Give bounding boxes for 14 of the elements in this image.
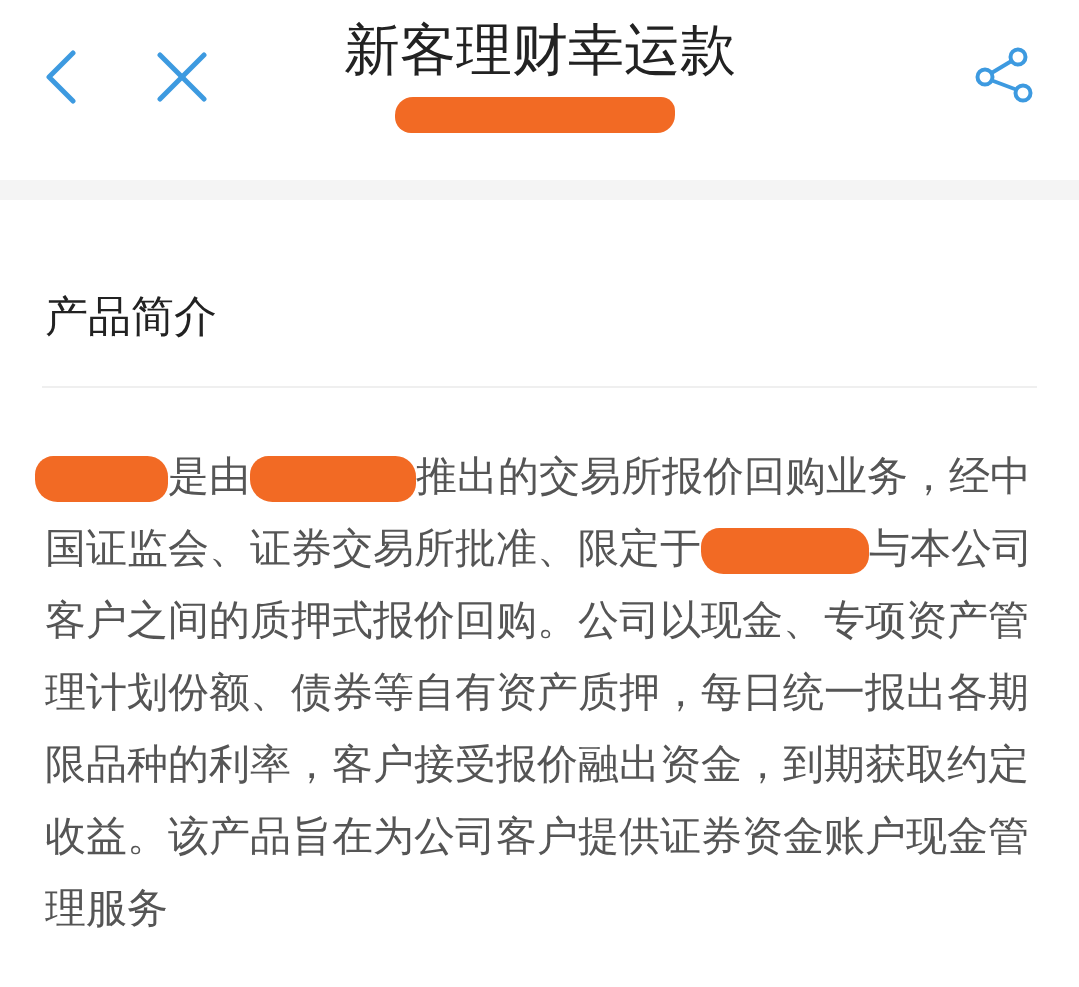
close-icon[interactable] <box>157 52 207 102</box>
share-icon[interactable] <box>975 47 1033 103</box>
description-text: 收益。该产品旨在为公司客户提供证券资金账户现金管 <box>45 812 1029 860</box>
description-text: 理计划份额、债券等自有资产质押，每日统一报出各期 <box>45 668 1029 716</box>
description-text: 推出的交易所报价回购业务，经中 <box>416 452 1032 500</box>
description-text: 与本公司 <box>869 524 1034 572</box>
section-heading: 产品简介 <box>44 290 218 343</box>
description-text: 是由 <box>168 452 250 500</box>
description-text: 客户之间的质押式报价回购。公司以现金、专项资产管 <box>45 596 1029 644</box>
description-text: 理服务 <box>45 884 168 932</box>
description-text: 国证监会、证券交易所批准、限定于 <box>45 524 701 572</box>
page-title: 新客理财幸运款 <box>343 18 736 82</box>
back-icon[interactable] <box>45 50 77 104</box>
description-text: 限品种的利率，客户接受报价融出资金，到期获取约定 <box>45 740 1029 788</box>
